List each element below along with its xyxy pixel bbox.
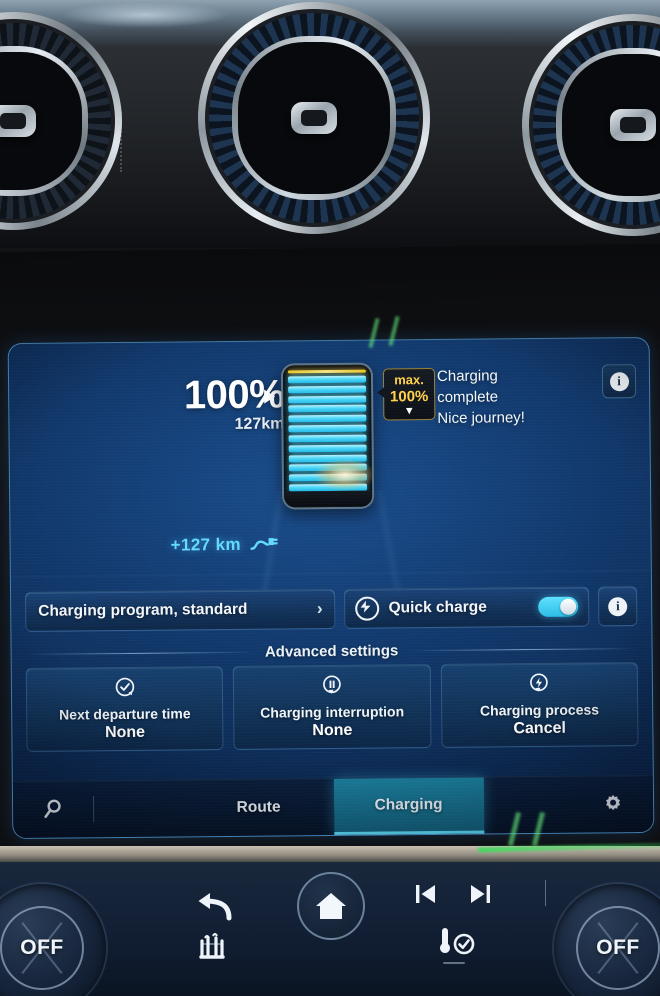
quick-charge-row[interactable]: Quick charge — [344, 586, 590, 629]
card-value: None — [312, 721, 353, 739]
advanced-settings-divider: Advanced settings — [25, 640, 638, 663]
climate-button-underline — [443, 962, 465, 964]
car-interior-photo: SOS NOTREADY 5G 17:15 100% 127km — [0, 0, 660, 996]
seat-heating-icon[interactable] — [190, 930, 234, 964]
tab-charging[interactable]: Charging — [333, 777, 484, 835]
dashboard — [0, 0, 660, 250]
card-title: Charging process — [479, 700, 600, 719]
quick-charge-toggle[interactable] — [538, 596, 579, 618]
card-charging-process[interactable]: Charging process Cancel — [440, 662, 639, 748]
chevron-right-icon: › — [316, 599, 323, 619]
air-vent-center[interactable] — [198, 2, 430, 234]
left-knob-label: OFF — [20, 936, 64, 959]
status-line-2: complete — [437, 388, 499, 406]
badge-max-label: max. — [394, 372, 424, 388]
home-icon[interactable] — [297, 872, 365, 940]
card-charging-interruption[interactable]: Charging interruption None — [233, 664, 432, 750]
tab-route[interactable]: Route — [183, 779, 334, 836]
previous-track-icon[interactable] — [408, 880, 444, 908]
bottom-tab-bar: Route Charging — [12, 774, 654, 839]
charging-plug-icon — [250, 532, 279, 557]
triangle-right-icon — [264, 389, 276, 404]
card-value: Cancel — [513, 719, 566, 737]
charge-level-display: 100% 127km — [159, 372, 285, 434]
tab-list: Route Charging — [94, 777, 574, 838]
air-vent-right[interactable] — [522, 14, 660, 236]
charge-range: 127km — [234, 415, 285, 433]
right-climate-knob[interactable]: OFF — [554, 884, 660, 996]
card-value: None — [104, 723, 146, 741]
charging-info-button[interactable]: i — [601, 364, 637, 399]
card-next-departure-time[interactable]: Next departure time None — [25, 666, 224, 752]
infotainment-screen[interactable]: 100% 127km max. 100% ▼ Charging complete… — [7, 336, 655, 840]
pause-circle-icon — [322, 674, 342, 699]
charging-hero: 100% 127km max. 100% ▼ Charging complete… — [9, 338, 651, 582]
next-track-icon[interactable] — [462, 880, 498, 908]
badge-max-value: 100% — [389, 388, 429, 406]
status-line-1: Charging — [436, 367, 498, 385]
option-row: Charging program, standard › Quick charg… — [25, 586, 638, 632]
gear-icon[interactable] — [573, 792, 653, 817]
advanced-settings-title: Advanced settings — [264, 642, 399, 661]
chevron-down-icon: ▼ — [403, 405, 415, 418]
battery-limit-line — [287, 369, 366, 374]
status-line-3: Nice journey! — [437, 409, 526, 427]
search-icon[interactable] — [13, 797, 93, 822]
clock-check-icon — [114, 676, 134, 701]
battery-base — [284, 490, 373, 508]
charging-program-label: Charging program, standard — [38, 600, 248, 620]
advanced-settings-cards: Next departure time None Charging interr… — [25, 662, 639, 752]
quick-charge-icon — [355, 596, 380, 621]
quick-charge-label: Quick charge — [388, 598, 487, 617]
back-arrow-icon[interactable] — [188, 888, 236, 928]
range-gain-label: +127 km — [170, 534, 242, 555]
charge-circle-icon — [529, 672, 549, 697]
max-charge-badge[interactable]: max. 100% ▼ — [377, 367, 436, 421]
lens-flare — [313, 458, 375, 492]
range-gain-row: +127 km — [170, 532, 279, 558]
left-climate-knob[interactable]: OFF — [0, 884, 106, 996]
right-knob-label: OFF — [596, 936, 640, 959]
info-icon: i — [609, 371, 629, 391]
info-icon: i — [608, 596, 628, 616]
charging-program-button[interactable]: Charging program, standard › — [25, 588, 336, 632]
battery-graphic — [280, 362, 375, 510]
card-title: Next departure time — [59, 704, 191, 723]
card-title: Charging interruption — [260, 702, 405, 721]
charging-status-message: Charging complete Nice journey! — [437, 365, 525, 429]
quick-charge-info-button[interactable]: i — [598, 586, 638, 627]
climate-auto-icon[interactable] — [430, 925, 480, 959]
